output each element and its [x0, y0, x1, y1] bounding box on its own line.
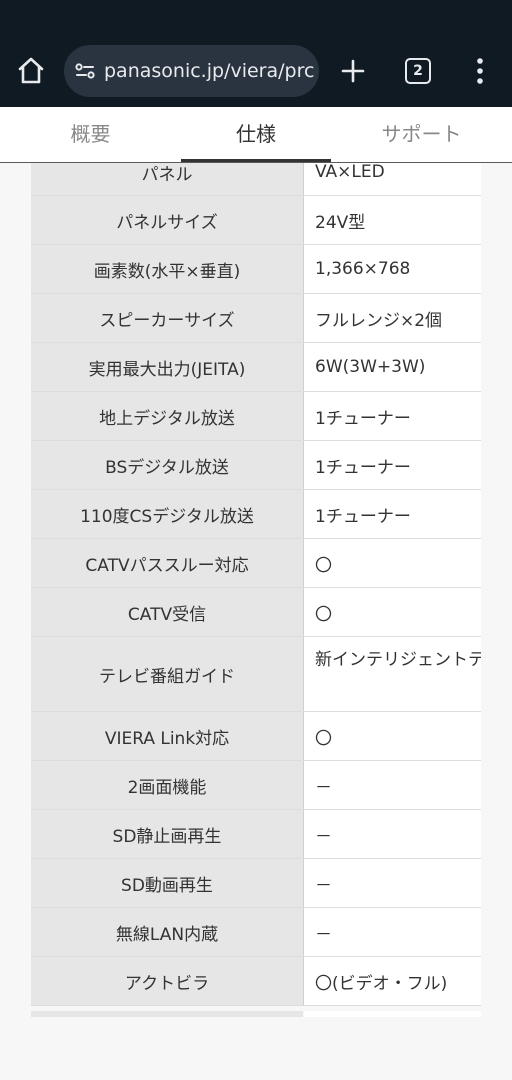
tab-switcher-button[interactable]: 2 [405, 58, 431, 84]
spec-value: 6W(3W+3W) [303, 342, 481, 392]
spec-value: フルレンジ×2個 [303, 293, 481, 343]
menu-button[interactable] [466, 54, 494, 88]
active-tab-indicator [181, 159, 331, 162]
address-bar[interactable]: panasonic.jp/viera/prc [64, 45, 319, 97]
spec-key: スピーカーサイズ [31, 293, 304, 343]
spec-value: 24V型 [303, 195, 481, 245]
spec-value: 1チューナー [303, 440, 481, 490]
spec-value-text: 新インテリジェントテレビ番組表(地上・BS・110度CSデジタル対応) [315, 650, 481, 670]
spec-value-clip: 新インテリジェントテレビ番組表(地上・BS・110度CSデジタル対応) [315, 646, 481, 702]
spec-row: 地上デジタル放送 1チューナー [31, 391, 481, 441]
spec-key: 地上デジタル放送 [31, 391, 304, 441]
spec-value: － [303, 907, 481, 957]
spec-key: 110度CSデジタル放送 [31, 489, 304, 539]
spec-row: 無線LAN内蔵 － [31, 907, 481, 957]
spec-value: 〇 [303, 538, 481, 588]
spec-row: パネルサイズ 24V型 [31, 195, 481, 245]
spec-key: 無線LAN内蔵 [31, 907, 304, 957]
spec-key: テレビ番組ガイド [31, 636, 304, 712]
spec-row: VIERA Link対応 〇 [31, 711, 481, 761]
spec-key: パネルサイズ [31, 195, 304, 245]
next-row-key-cell [31, 1011, 303, 1017]
spec-value: 〇(ビデオ・フル) [303, 956, 481, 1006]
spec-table: パネル VA×LED パネルサイズ 24V型 画素数(水平×垂直) 1,366×… [31, 149, 481, 1006]
spec-key: VIERA Link対応 [31, 711, 304, 761]
tab-overview[interactable]: 概要 [0, 107, 181, 162]
spec-key: 2画面機能 [31, 760, 304, 810]
spec-row: CATV受信 〇 [31, 587, 481, 637]
spec-value: 1チューナー [303, 489, 481, 539]
spec-value: 新インテリジェントテレビ番組表(地上・BS・110度CSデジタル対応) [303, 636, 481, 712]
section-tabs: 概要 仕様 サポート [0, 107, 512, 163]
spec-value: 〇 [303, 711, 481, 761]
plus-icon [341, 59, 365, 83]
spec-key: CATV受信 [31, 587, 304, 637]
spec-key: CATVパススルー対応 [31, 538, 304, 588]
browser-toolbar: panasonic.jp/viera/prc 2 [0, 0, 512, 107]
tab-support[interactable]: サポート [331, 107, 512, 162]
spec-row: CATVパススルー対応 〇 [31, 538, 481, 588]
spec-row: スピーカーサイズ フルレンジ×2個 [31, 293, 481, 343]
spec-value: － [303, 760, 481, 810]
spec-row: SD静止画再生 － [31, 809, 481, 859]
spec-key: 画素数(水平×垂直) [31, 244, 304, 294]
spec-key: BSデジタル放送 [31, 440, 304, 490]
new-tab-button[interactable] [336, 54, 370, 88]
spec-row: 実用最大出力(JEITA) 6W(3W+3W) [31, 342, 481, 392]
spec-value: 1,366×768 [303, 244, 481, 294]
spec-row: テレビ番組ガイド 新インテリジェントテレビ番組表(地上・BS・110度CSデジタ… [31, 636, 481, 712]
spec-row: SD動画再生 － [31, 858, 481, 908]
spec-key: SD静止画再生 [31, 809, 304, 859]
spec-value: 1チューナー [303, 391, 481, 441]
next-row-value-cell [304, 1011, 481, 1017]
tab-count: 2 [413, 63, 423, 79]
spec-row: 2画面機能 － [31, 760, 481, 810]
home-button[interactable] [14, 54, 48, 88]
spec-value: － [303, 858, 481, 908]
url-text[interactable]: panasonic.jp/viera/prc [104, 58, 314, 84]
spec-key: SD動画再生 [31, 858, 304, 908]
tab-specs[interactable]: 仕様 [181, 107, 331, 162]
more-vert-icon [477, 58, 483, 84]
spec-row: 110度CSデジタル放送 1チューナー [31, 489, 481, 539]
home-icon [18, 57, 44, 84]
tune-icon[interactable] [73, 59, 97, 83]
spec-value: 〇 [303, 587, 481, 637]
spec-row: アクトビラ 〇(ビデオ・フル) [31, 956, 481, 1006]
spec-value: － [303, 809, 481, 859]
spec-key: 実用最大出力(JEITA) [31, 342, 304, 392]
spec-row: 画素数(水平×垂直) 1,366×768 [31, 244, 481, 294]
spec-row: BSデジタル放送 1チューナー [31, 440, 481, 490]
spec-key: アクトビラ [31, 956, 304, 1006]
